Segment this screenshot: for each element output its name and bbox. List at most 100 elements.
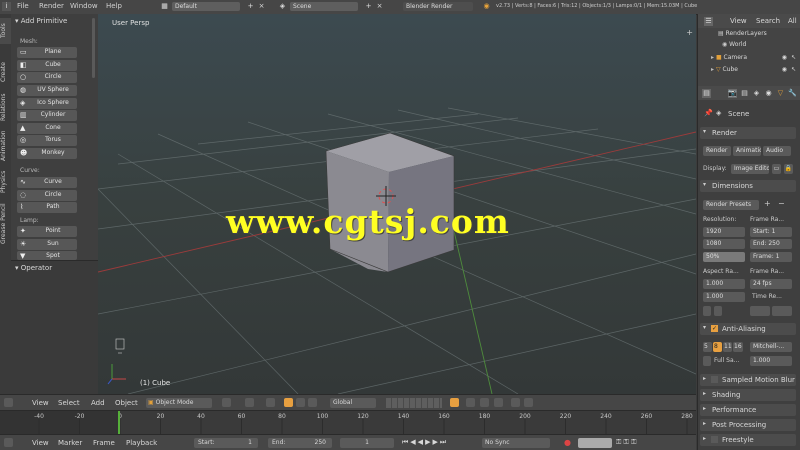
add-sun-lamp-button[interactable]: ☀ Sun [17,239,77,250]
aa-samples-8[interactable]: 8 [713,342,722,352]
render-audio-button[interactable]: Audio [763,146,791,156]
frame-step-field[interactable]: Frame: 1 [750,252,792,262]
select-arrow-icon[interactable]: ↖ [791,54,796,61]
lock-camera-icon[interactable] [450,398,459,407]
add-cube-button[interactable]: ◧ Cube [17,60,77,71]
resolution-percentage-slider[interactable]: 50% [703,252,745,262]
add-monkey-button[interactable]: ☻ Monkey [17,148,77,159]
aspect-x-field[interactable]: 1.000 [703,279,745,289]
viewport-shading-icon[interactable] [222,398,231,407]
add-curve-circle-button[interactable]: ◌ Circle [17,190,77,201]
3d-viewport[interactable]: User Persp (1) Cube www.cgtsj.com + [98,14,696,394]
frame-end-field[interactable]: End: 250 [750,239,792,249]
crop-checkbox[interactable] [714,306,722,316]
add-ico-sphere-button[interactable]: ◈ Ico Sphere [17,98,77,109]
manipulator-toggle-icon[interactable] [266,398,275,407]
select-arrow-icon[interactable]: ↖ [791,66,796,73]
translate-manipulator-icon[interactable] [284,398,293,407]
frame-rate-select[interactable]: 24 fps [750,279,792,289]
timeline-area[interactable]: -40-200204060801001201401601802002202402… [0,410,696,435]
viewport-menu-view[interactable]: View [32,399,49,407]
aa-samples-16[interactable]: 16 [733,342,743,352]
playback-controls[interactable]: ⏮◀◀▶▶⏭ [402,438,448,447]
tab-create[interactable]: Create [0,58,11,86]
aa-filter-size-field[interactable]: 1.000 [750,356,792,366]
add-point-lamp-button[interactable]: ✦ Point [17,226,77,237]
scale-manipulator-icon[interactable] [308,398,317,407]
tab-tools[interactable]: Tools [0,18,11,44]
resolution-x-field[interactable]: 1920 [703,227,745,237]
timeline-editor-icon[interactable] [4,438,13,447]
add-curve-button[interactable]: ∿ Curve [17,177,77,188]
add-cylinder-button[interactable]: ▥ Cylinder [17,110,77,121]
sync-mode-select[interactable]: No Sync [482,438,550,448]
time-remap-old-field[interactable] [750,306,770,316]
object-context-icon[interactable]: ▽ [776,89,785,98]
keying-set-field[interactable] [578,438,612,448]
shading-panel-header[interactable]: ▸ Shading [700,389,796,401]
add-cone-button[interactable]: ▲ Cone [17,123,77,134]
display-select[interactable]: Image Editor [731,164,769,174]
outliner-item-renderlayers[interactable]: ▤ RenderLayers [718,30,767,37]
keyframe-icons[interactable]: ⚿ ⚿ ⚿ [616,438,636,447]
performance-panel-header[interactable]: ▸ Performance [700,404,796,416]
freestyle-panel-header[interactable]: ▸ Freestyle [700,434,796,446]
add-preset-icon[interactable]: + [764,199,771,208]
menu-help[interactable]: Help [106,2,122,10]
timeline-menu-marker[interactable]: Marker [58,439,82,447]
outliner-item-camera[interactable]: ▸ ■ Camera ◉ ↖ [711,54,799,61]
render-panel-header[interactable]: ▾ Render [700,127,796,139]
outliner-menu-all[interactable]: All [788,17,797,25]
sampled-motion-blur-panel-header[interactable]: ▸ Sampled Motion Blur [700,374,796,386]
aa-filter-select[interactable]: Mitchell-... [750,342,792,352]
timeline-menu-frame[interactable]: Frame [93,439,115,447]
anti-aliasing-panel-header[interactable]: ▾ ✓ Anti-Aliasing [700,323,796,335]
frame-start-field[interactable]: Start: 1 [750,227,792,237]
toolshelf-scrollbar[interactable] [92,18,95,78]
toggle-properties-icon[interactable]: + [686,28,693,37]
add-plane-button[interactable]: ▭ Plane [17,47,77,58]
end-frame-field[interactable]: End: 250 [268,438,332,448]
remove-preset-icon[interactable]: − [778,199,785,208]
proportional-edit-icon[interactable] [466,398,475,407]
remove-layout-icon[interactable]: × [257,2,266,11]
viewport-menu-object[interactable]: Object [115,399,138,407]
tab-grease-pencil[interactable]: Grease Pencil [0,200,11,248]
rotate-manipulator-icon[interactable] [296,398,305,407]
add-scene-icon[interactable]: + [364,2,373,11]
add-spot-lamp-button[interactable]: ▼ Spot [17,251,77,260]
outliner-editor-icon[interactable]: ☰ [704,17,713,26]
add-primitive-panel-header[interactable]: ▾ Add Primitive [15,17,67,25]
display-icon[interactable]: ▭ [772,164,781,174]
scene-icon[interactable]: ◈ [278,2,287,11]
layer-buttons[interactable] [386,398,442,408]
visibility-icon[interactable]: ◉ [782,54,787,61]
properties-editor-icon[interactable]: ▤ [702,89,711,98]
menu-render[interactable]: Render [39,2,64,10]
screen-layout-field[interactable]: Default [172,2,240,11]
modifier-context-icon[interactable]: 🔧 [788,89,797,98]
anti-aliasing-checkbox[interactable]: ✓ [711,325,718,332]
add-circle-button[interactable]: ○ Circle [17,72,77,83]
viewport-menu-select[interactable]: Select [58,399,80,407]
remove-scene-icon[interactable]: × [375,2,384,11]
transform-orientation-select[interactable]: Global [330,398,376,408]
outliner-menu-view[interactable]: View [730,17,747,25]
add-layout-icon[interactable]: + [246,2,255,11]
resolution-y-field[interactable]: 1080 [703,239,745,249]
menu-window[interactable]: Window [70,2,98,10]
operator-panel-header[interactable]: ▾ Operator [15,264,52,272]
tab-animation[interactable]: Animation [0,126,11,166]
add-path-button[interactable]: ⌇ Path [17,202,77,213]
opengl-render-icon[interactable] [511,398,520,407]
snap-element-icon[interactable] [494,398,503,407]
start-frame-field[interactable]: Start: 1 [194,438,258,448]
border-checkbox[interactable] [703,306,711,316]
outliner-menu-search[interactable]: Search [756,17,780,25]
lock-interface-icon[interactable]: 🔒 [784,164,793,174]
dimensions-panel-header[interactable]: ▾ Dimensions [700,180,796,192]
tab-physics[interactable]: Physics [0,168,11,196]
scene-field[interactable]: Scene [290,2,358,11]
post-processing-panel-header[interactable]: ▸ Post Processing [700,419,796,431]
editor-type-icon[interactable] [4,398,13,407]
